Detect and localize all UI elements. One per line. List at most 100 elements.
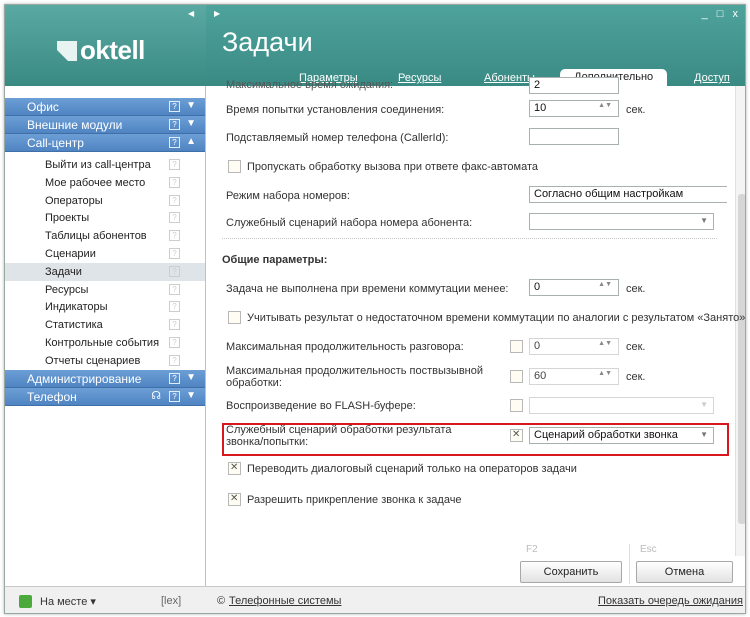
spinner-icon[interactable]: ▲▼ bbox=[598, 102, 612, 109]
max-talk-label: Максимальная продолжительность разговора… bbox=[226, 341, 464, 353]
help-icon[interactable]: ? bbox=[169, 101, 180, 112]
flash-checkbox[interactable] bbox=[510, 399, 523, 412]
help-icon[interactable]: ? bbox=[169, 319, 180, 331]
max-wait-input[interactable]: 2 bbox=[529, 77, 619, 94]
help-icon[interactable]: ? bbox=[169, 176, 180, 188]
save-shortcut: F2 bbox=[526, 544, 538, 555]
chevron-down-icon[interactable]: ▼ bbox=[186, 390, 196, 401]
help-icon[interactable]: ? bbox=[169, 159, 180, 170]
show-queue-link[interactable]: Показать очередь ожидания bbox=[598, 595, 743, 607]
sidebar-section-administration[interactable]: Администрирование? ▼ bbox=[5, 369, 205, 388]
button-separator bbox=[629, 544, 630, 584]
max-post-label: Максимальная продолжительность поствызыв… bbox=[226, 365, 484, 389]
callerid-input[interactable] bbox=[529, 128, 619, 145]
sidebar-item-exit-callcenter[interactable]: Выйти из call-центра? bbox=[5, 156, 205, 174]
sidebar-item-script-reports[interactable]: Отчеты сценариев? bbox=[5, 352, 205, 370]
tab-resources[interactable]: Ресурсы bbox=[398, 72, 441, 84]
flash-label: Воспроизведение во FLASH-буфере: bbox=[226, 400, 416, 412]
unit-label: сек. bbox=[626, 341, 646, 353]
help-icon[interactable]: ? bbox=[169, 354, 180, 366]
tab-subscribers[interactable]: Абоненты bbox=[484, 72, 535, 84]
help-icon[interactable]: ? bbox=[169, 372, 180, 384]
help-icon[interactable]: ? bbox=[169, 137, 180, 148]
dial-script-label: Служебный сценарий набора номера абонент… bbox=[226, 217, 473, 229]
tab-access[interactable]: Доступ bbox=[694, 72, 730, 84]
dropdown-arrow-icon[interactable]: ▼ bbox=[700, 430, 708, 439]
connect-time-input[interactable]: 10 ▲▼ bbox=[529, 100, 619, 117]
sidebar-item-scripts[interactable]: Сценарии? bbox=[5, 245, 205, 263]
busy-analog-checkbox[interactable] bbox=[228, 311, 241, 324]
sidebar-section-callcenter[interactable]: Call-центр? ▲ bbox=[5, 134, 205, 152]
page-title: Задачи bbox=[222, 27, 313, 57]
attach-call-label: Разрешить прикрепление звонка к задаче bbox=[247, 494, 462, 506]
sidebar: Офис? ▼ Внешние модули? ▼ Call-центр? ▲ Вый… bbox=[5, 86, 206, 586]
spinner-icon[interactable]: ▲▼ bbox=[598, 340, 612, 347]
dropdown-arrow-icon[interactable]: ▼ bbox=[700, 216, 708, 225]
dial-mode-select[interactable]: Согласно общим настройкам bbox=[529, 186, 727, 203]
help-icon[interactable]: ? bbox=[169, 301, 180, 313]
copyright-icon: © bbox=[217, 595, 226, 607]
sidebar-item-projects[interactable]: Проекты? bbox=[5, 209, 205, 227]
collapse-sidebar-icon[interactable]: ◀ bbox=[188, 9, 194, 18]
max-talk-checkbox[interactable] bbox=[510, 340, 523, 353]
sidebar-item-workplace[interactable]: Мое рабочее место? bbox=[5, 174, 205, 192]
spinner-icon[interactable]: ▲▼ bbox=[598, 281, 612, 288]
help-icon[interactable]: ? bbox=[169, 230, 180, 242]
presence-status-icon[interactable] bbox=[19, 595, 32, 608]
cancel-shortcut: Esc bbox=[640, 544, 657, 555]
chevron-up-icon[interactable]: ▲ bbox=[186, 136, 196, 147]
fail-threshold-input[interactable]: 0 ▲▼ bbox=[529, 279, 619, 296]
help-icon[interactable]: ? bbox=[169, 194, 180, 206]
dial-script-select[interactable]: ▼ bbox=[529, 213, 714, 230]
save-button[interactable]: Сохранить bbox=[520, 561, 622, 583]
unit-label: сек. bbox=[626, 283, 646, 295]
chevron-down-icon[interactable]: ▼ bbox=[186, 100, 196, 111]
skip-fax-checkbox[interactable] bbox=[228, 160, 241, 173]
status-bar: На месте ▾ [lex] © Телефонные системы По… bbox=[5, 586, 745, 613]
headset-icon[interactable]: ☊ bbox=[151, 389, 161, 402]
max-talk-input[interactable]: 0 ▲▼ bbox=[529, 338, 619, 355]
dialog-ops-checkbox[interactable] bbox=[228, 462, 241, 475]
dropdown-arrow-icon[interactable]: ▼ bbox=[700, 400, 708, 409]
connect-time-label: Время попытки установления соединения: bbox=[226, 104, 445, 116]
help-icon[interactable]: ? bbox=[169, 265, 180, 277]
cancel-button[interactable]: Отмена bbox=[636, 561, 733, 583]
presence-status[interactable]: На месте ▾ bbox=[40, 595, 96, 608]
attach-call-checkbox[interactable] bbox=[228, 493, 241, 506]
flash-select[interactable]: ▼ bbox=[529, 397, 714, 414]
help-icon[interactable]: ? bbox=[169, 212, 180, 224]
sidebar-section-office[interactable]: Офис? ▼ bbox=[5, 98, 205, 116]
help-icon[interactable]: ? bbox=[169, 119, 180, 130]
sidebar-section-phone[interactable]: Телефон ☊? ▼ bbox=[5, 387, 205, 406]
sidebar-section-modules[interactable]: Внешние модули? ▼ bbox=[5, 116, 205, 134]
help-icon[interactable]: ? bbox=[169, 390, 180, 402]
expand-icon[interactable]: ▶ bbox=[214, 9, 220, 18]
spinner-icon[interactable]: ▲▼ bbox=[598, 370, 612, 377]
help-icon[interactable]: ? bbox=[169, 336, 180, 348]
sidebar-item-tasks[interactable]: Задачи? bbox=[5, 262, 205, 281]
busy-analog-label: Учитывать результат о недостаточном врем… bbox=[247, 312, 746, 324]
scrollbar-thumb[interactable] bbox=[738, 194, 745, 524]
fail-threshold-label: Задача не выполнена при времени коммутац… bbox=[226, 283, 509, 295]
help-icon[interactable]: ? bbox=[169, 247, 180, 259]
chevron-down-icon[interactable]: ▼ bbox=[186, 372, 196, 383]
help-icon[interactable]: ? bbox=[169, 283, 180, 295]
max-post-input[interactable]: 60 ▲▼ bbox=[529, 368, 619, 385]
dialog-ops-label: Переводить диалоговый сценарий только на… bbox=[247, 463, 577, 475]
max-post-checkbox[interactable] bbox=[510, 370, 523, 383]
sidebar-item-operators[interactable]: Операторы? bbox=[5, 192, 205, 210]
sidebar-item-statistics[interactable]: Статистика? bbox=[5, 316, 205, 334]
unit-label: сек. bbox=[626, 371, 646, 383]
unit-label: сек. bbox=[626, 104, 646, 116]
sidebar-item-subscriber-tables[interactable]: Таблицы абонентов? bbox=[5, 227, 205, 245]
sidebar-item-indicators[interactable]: Индикаторы? bbox=[5, 298, 205, 316]
company-link[interactable]: Телефонные системы bbox=[229, 595, 341, 607]
user-name: [lex] bbox=[161, 595, 182, 607]
chevron-down-icon[interactable]: ▼ bbox=[186, 118, 196, 129]
sidebar-item-resources[interactable]: Ресурсы? bbox=[5, 281, 205, 299]
sidebar-item-control-events[interactable]: Контрольные события? bbox=[5, 334, 205, 352]
result-script-checkbox[interactable] bbox=[510, 429, 523, 442]
window-controls[interactable]: _ □ x bbox=[702, 8, 741, 20]
callerid-label: Подставляемый номер телефона (CallerId): bbox=[226, 132, 449, 144]
result-script-select[interactable]: Сценарий обработки звонка ▼ bbox=[529, 427, 714, 444]
